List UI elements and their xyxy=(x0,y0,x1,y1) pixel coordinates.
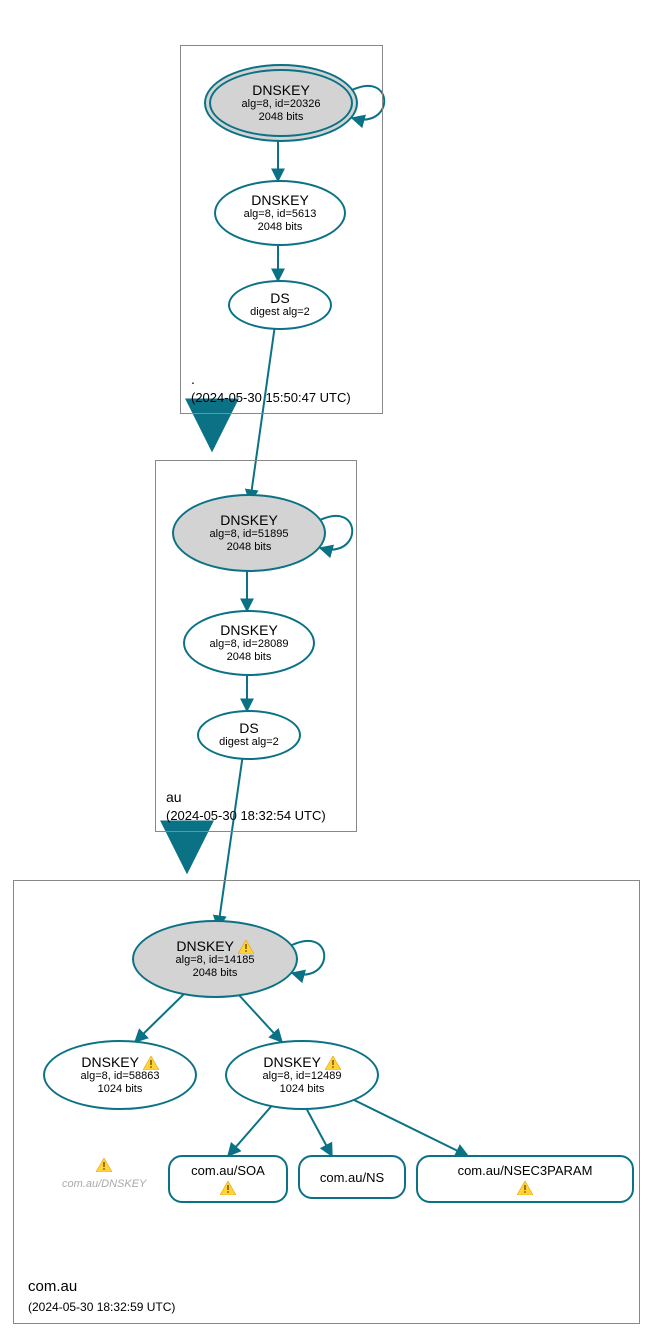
zone-au-time: (2024-05-30 18:32:54 UTC) xyxy=(166,808,326,823)
node-line1: alg=8, id=12489 xyxy=(263,1070,342,1083)
rr-ns: com.au/NS xyxy=(298,1155,406,1199)
warning-icon xyxy=(96,1158,112,1172)
node-comau-z2: DNSKEY alg=8, id=12489 1024 bits xyxy=(225,1040,379,1110)
node-line1: alg=8, id=28089 xyxy=(210,638,289,651)
zone-comau-time: (2024-05-30 18:32:59 UTC) xyxy=(28,1300,175,1314)
node-line2: 2048 bits xyxy=(227,651,272,664)
dangling-dnskey: com.au/DNSKEY xyxy=(62,1158,146,1192)
rr-soa: com.au/SOA xyxy=(168,1155,288,1203)
zone-root-label: . xyxy=(191,371,195,387)
rr-nsec3param: com.au/NSEC3PARAM xyxy=(416,1155,634,1203)
zone-comau-label: com.au xyxy=(28,1278,77,1295)
rr-label: com.au/SOA xyxy=(191,1163,265,1178)
node-line1: alg=8, id=5613 xyxy=(244,208,317,221)
node-title: DNSKEY xyxy=(81,1054,158,1070)
node-root-zsk: DNSKEY alg=8, id=5613 2048 bits xyxy=(214,180,346,246)
warning-icon xyxy=(143,1056,159,1070)
node-title: DS xyxy=(270,290,289,306)
node-root-ds: DS digest alg=2 xyxy=(228,280,332,330)
node-au-ds: DS digest alg=2 xyxy=(197,710,301,760)
node-au-zsk: DNSKEY alg=8, id=28089 2048 bits xyxy=(183,610,315,676)
node-title: DNSKEY xyxy=(252,82,310,98)
node-line2: 2048 bits xyxy=(227,541,272,554)
zone-au-label: au xyxy=(166,789,182,805)
rr-label: com.au/NSEC3PARAM xyxy=(458,1163,593,1178)
node-title: DNSKEY xyxy=(263,1054,340,1070)
dangling-label: com.au/DNSKEY xyxy=(62,1178,146,1190)
node-title: DNSKEY xyxy=(176,938,253,954)
node-line2: 2048 bits xyxy=(259,111,304,124)
node-line2: 1024 bits xyxy=(98,1083,143,1096)
rr-label: com.au/NS xyxy=(320,1170,384,1185)
warning-icon xyxy=(220,1181,236,1195)
warning-icon xyxy=(325,1056,341,1070)
node-title: DS xyxy=(239,720,258,736)
node-title: DNSKEY xyxy=(220,622,278,638)
zone-root-time: (2024-05-30 15:50:47 UTC) xyxy=(191,390,351,405)
node-line1: digest alg=2 xyxy=(219,736,279,749)
warning-icon xyxy=(238,940,254,954)
node-line2: 2048 bits xyxy=(258,221,303,234)
node-line1: digest alg=2 xyxy=(250,306,310,319)
node-title: DNSKEY xyxy=(251,192,309,208)
node-root-ksk: DNSKEY alg=8, id=20326 2048 bits xyxy=(204,64,358,142)
node-line2: 1024 bits xyxy=(280,1083,325,1096)
node-comau-ksk: DNSKEY alg=8, id=14185 2048 bits xyxy=(132,920,298,998)
node-line1: alg=8, id=20326 xyxy=(242,98,321,111)
warning-icon xyxy=(517,1181,533,1195)
node-title: DNSKEY xyxy=(220,512,278,528)
node-line2: 2048 bits xyxy=(193,967,238,980)
node-line1: alg=8, id=51895 xyxy=(210,528,289,541)
node-au-ksk: DNSKEY alg=8, id=51895 2048 bits xyxy=(172,494,326,572)
node-line1: alg=8, id=58863 xyxy=(81,1070,160,1083)
node-line1: alg=8, id=14185 xyxy=(176,954,255,967)
node-comau-z1: DNSKEY alg=8, id=58863 1024 bits xyxy=(43,1040,197,1110)
